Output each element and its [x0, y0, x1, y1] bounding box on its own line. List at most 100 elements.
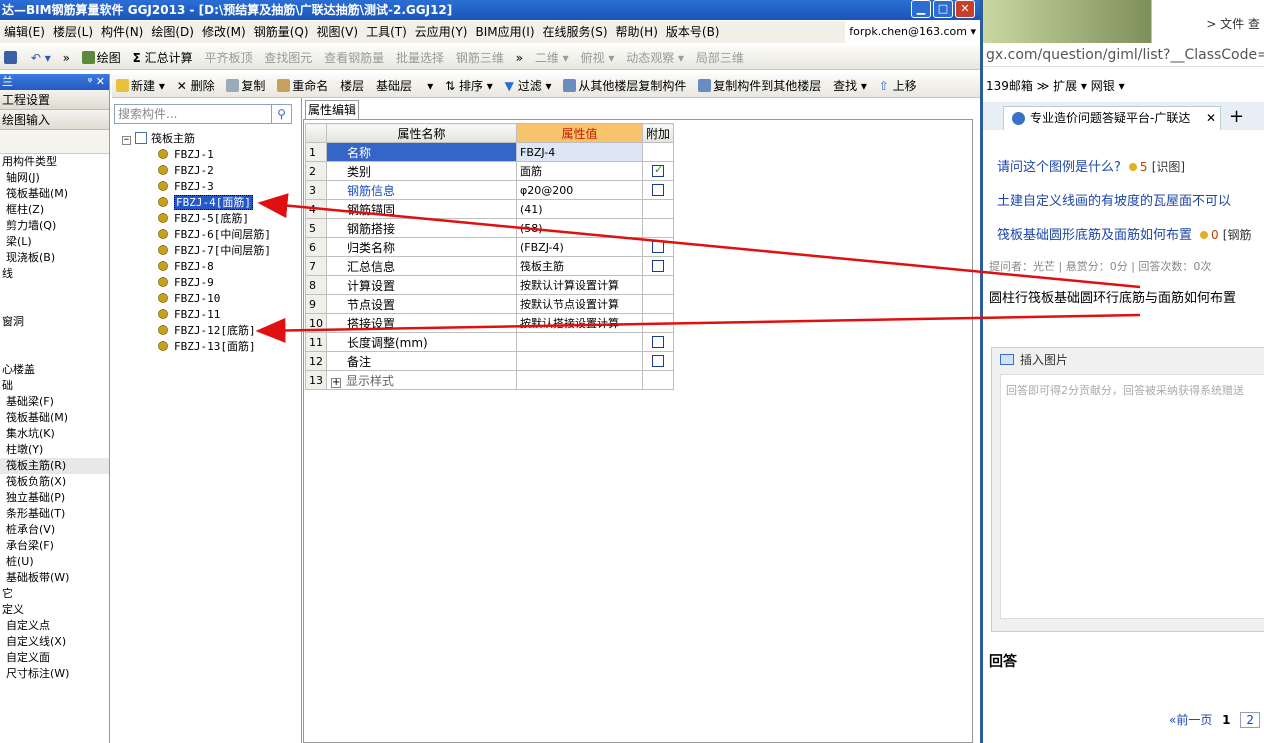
property-row[interactable]: 2 类别 面筋: [305, 161, 675, 181]
component-type-item[interactable]: 集水坑(K): [0, 426, 109, 442]
property-row[interactable]: 9 节点设置 按默认节点设置计算: [305, 294, 675, 314]
flat-top-button[interactable]: 平齐板顶: [200, 46, 256, 70]
property-row[interactable]: 7 汇总信息 筏板主筋: [305, 256, 675, 276]
menu-component[interactable]: 构件(N): [97, 21, 147, 43]
user-account[interactable]: forpk.chen@163.com ▾: [845, 21, 980, 43]
delete-button[interactable]: ✕ 删除: [173, 74, 219, 98]
tree-item[interactable]: FBZJ-7[中间层筋]: [158, 243, 271, 259]
component-type-item[interactable]: 承台梁(F): [0, 538, 109, 554]
component-type-item[interactable]: 筏板负筋(X): [0, 474, 109, 490]
component-type-item[interactable]: 框柱(Z): [0, 202, 109, 218]
menu-cloud[interactable]: 云应用(Y): [411, 21, 472, 43]
question-link-2[interactable]: 土建自定义线画的有坡度的瓦屋面不可以: [997, 190, 1231, 209]
close-button[interactable]: ✕: [955, 0, 975, 18]
property-value[interactable]: (41): [516, 199, 643, 219]
extra-checkbox[interactable]: [652, 241, 664, 253]
component-type-item[interactable]: 基础板带(W): [0, 570, 109, 586]
property-value[interactable]: 面筋: [516, 161, 643, 181]
tree-item[interactable]: FBZJ-10: [158, 291, 220, 307]
view-rebar-button[interactable]: 查看钢筋量: [320, 46, 388, 70]
menu-floor[interactable]: 楼层(L): [49, 21, 97, 43]
draw-button[interactable]: 绘图: [78, 46, 125, 70]
move-up-button[interactable]: ⇧ 上移: [875, 74, 921, 98]
minimize-button[interactable]: ▁: [911, 0, 931, 18]
question-link-3[interactable]: 筏板基础圆形底筋及面筋如何布置 0 [钢筋: [997, 224, 1251, 243]
component-type-item[interactable]: 基础梁(F): [0, 394, 109, 410]
address-bar[interactable]: gx.com/question/giml/list?__ClassCode=-1…: [983, 43, 1264, 67]
dynamic-view-button[interactable]: 动态观察 ▾: [622, 46, 688, 70]
menu-rebar[interactable]: 钢筋量(Q): [250, 21, 313, 43]
toolbar-overflow-icon[interactable]: »: [59, 46, 74, 70]
menu-version[interactable]: 版本号(B): [662, 21, 724, 43]
property-row[interactable]: 5 钢筋搭接 (58): [305, 218, 675, 238]
top-view-button[interactable]: 俯视 ▾: [577, 46, 619, 70]
property-value[interactable]: 按默认计算设置计算: [516, 275, 643, 295]
component-type-item[interactable]: [0, 346, 109, 362]
section-drawing-input[interactable]: 绘图输入: [0, 110, 109, 130]
property-value[interactable]: φ20@200: [516, 180, 643, 200]
menu-help[interactable]: 帮助(H): [612, 21, 662, 43]
find-element-button[interactable]: 查找图元: [260, 46, 316, 70]
tree-item[interactable]: FBZJ-2: [158, 163, 214, 179]
floor-select[interactable]: 基础层 ▾: [372, 74, 437, 98]
tree-item[interactable]: FBZJ-8: [158, 259, 214, 275]
rebar-3d-button[interactable]: 钢筋三维: [452, 46, 508, 70]
local-3d-button[interactable]: 局部三维: [692, 46, 748, 70]
component-type-item[interactable]: [0, 282, 109, 298]
tab-close-icon[interactable]: ✕: [1206, 107, 1216, 129]
component-type-item[interactable]: 独立基础(P): [0, 490, 109, 506]
search-input[interactable]: 搜索构件...: [114, 104, 272, 124]
component-type-item[interactable]: 础: [0, 378, 109, 394]
tree-item[interactable]: FBZJ-1: [158, 147, 214, 163]
insert-image-button[interactable]: 插入图片: [992, 348, 1264, 372]
property-value[interactable]: (58): [516, 218, 643, 238]
property-row[interactable]: 12 备注: [305, 351, 675, 371]
component-type-item[interactable]: 桩(U): [0, 554, 109, 570]
property-value[interactable]: 按默认搭接设置计算: [516, 313, 643, 333]
component-type-item[interactable]: 尺寸标注(W): [0, 666, 109, 682]
property-row[interactable]: 1 名称 FBZJ-4: [305, 142, 675, 162]
property-value[interactable]: (FBZJ-4): [516, 237, 643, 257]
extra-checkbox[interactable]: [652, 355, 664, 367]
prev-page-link[interactable]: «前一页: [1169, 713, 1212, 727]
search-icon[interactable]: ⚲: [272, 104, 292, 124]
extra-checkbox[interactable]: [652, 260, 664, 272]
menu-view[interactable]: 视图(V): [313, 21, 363, 43]
property-value[interactable]: [516, 332, 643, 352]
undo-icon[interactable]: ↶ ▾: [27, 46, 55, 70]
property-value[interactable]: 按默认节点设置计算: [516, 294, 643, 314]
copy-from-floor-button[interactable]: 从其他楼层复制构件: [559, 74, 690, 98]
answer-textarea[interactable]: 回答即可得2分贡献分，回答被采纳获得系统赠送: [1000, 374, 1264, 619]
component-type-item[interactable]: 窗洞: [0, 314, 109, 330]
tree-item[interactable]: FBZJ-13[面筋]: [158, 339, 256, 355]
toolbar-overflow2-icon[interactable]: »: [512, 46, 527, 70]
bookmarks-bar[interactable]: 139邮箱 ≫ 扩展 ▾ 网银 ▾: [983, 74, 1264, 98]
new-button[interactable]: 新建 ▾: [112, 74, 169, 98]
question-link-1[interactable]: 请问这个图例是什么? 5 [识图]: [997, 156, 1185, 175]
batch-select-button[interactable]: 批量选择: [392, 46, 448, 70]
component-type-item[interactable]: 心楼盖: [0, 362, 109, 378]
tree-root[interactable]: − 筏板主筋: [122, 131, 195, 147]
property-row[interactable]: 11 长度调整(mm): [305, 332, 675, 352]
property-value[interactable]: [516, 351, 643, 371]
menu-tools[interactable]: 工具(T): [362, 21, 411, 43]
tree-item[interactable]: FBZJ-4[面筋]: [158, 195, 253, 211]
component-type-item[interactable]: 条形基础(T): [0, 506, 109, 522]
copy-to-floor-button[interactable]: 复制构件到其他楼层: [694, 74, 825, 98]
filter-button[interactable]: ▼ 过滤 ▾: [501, 74, 556, 98]
menu-draw[interactable]: 绘图(D): [147, 21, 198, 43]
component-type-item[interactable]: 自定义点: [0, 618, 109, 634]
browser-tab[interactable]: 专业造价问题答疑平台-广联达 ✕: [1003, 106, 1221, 130]
component-type-item[interactable]: 自定义线(X): [0, 634, 109, 650]
property-row[interactable]: 3 钢筋信息 φ20@200: [305, 180, 675, 200]
sort-button[interactable]: ⇅ 排序 ▾: [441, 74, 497, 98]
copy-button[interactable]: 复制: [222, 74, 269, 98]
section-project-settings[interactable]: 工程设置: [0, 90, 109, 110]
component-type-item[interactable]: [0, 298, 109, 314]
browser-menu[interactable]: > 文件 查: [1202, 13, 1264, 34]
extra-checkbox[interactable]: [652, 336, 664, 348]
page-2-link[interactable]: 2: [1240, 712, 1260, 728]
property-value[interactable]: FBZJ-4: [516, 142, 643, 162]
property-row[interactable]: 4 钢筋锚固 (41): [305, 199, 675, 219]
tree-item[interactable]: FBZJ-12[底筋]: [158, 323, 256, 339]
